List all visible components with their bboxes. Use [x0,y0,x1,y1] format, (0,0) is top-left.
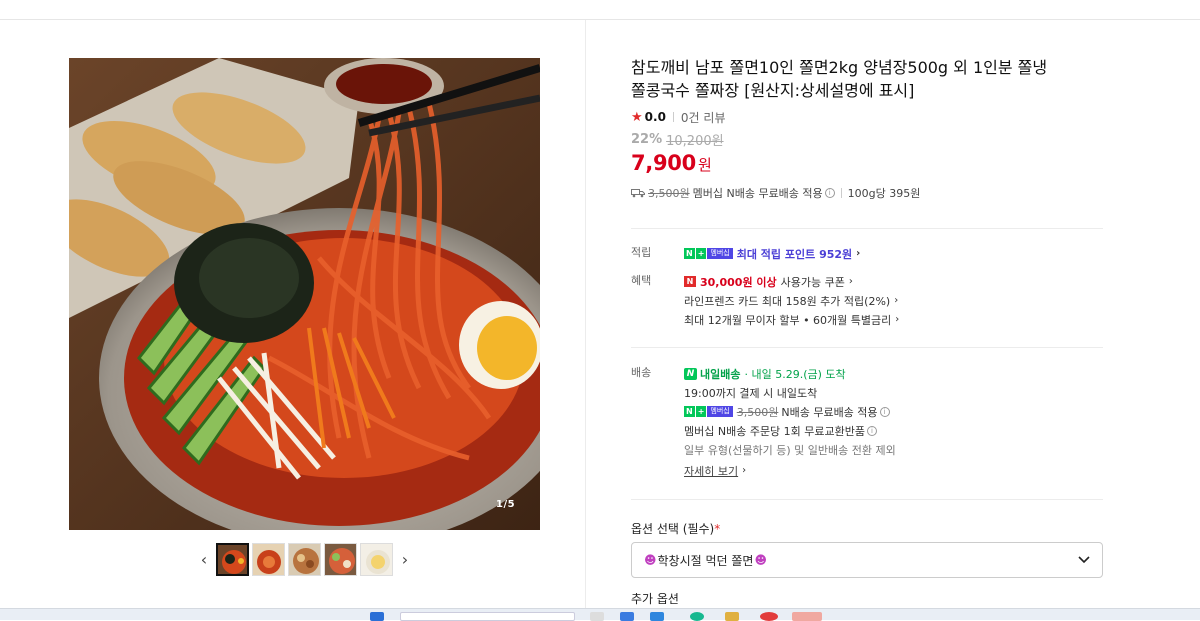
card-benefit-text: 라인프렌즈 카드 최대 158원 추가 적립(2%) [684,294,891,308]
badge-plus: + [695,248,707,259]
product-title: 참도깨비 남포 쫄면10인 쫄면2kg 양념장500g 외 1인분 쫄냉 쫄콩국… [631,56,1103,102]
exclusion-text: 일부 유형(선물하기 등) 및 일반배송 전환 제외 [684,443,896,457]
coupon-text: 사용가능 쿠폰 [780,275,845,289]
delivery-arrival: · 내일 5.29.(금) 도착 [744,367,846,381]
star-icon: ★ [631,109,643,125]
product-main-image[interactable] [69,58,540,530]
option-select[interactable]: ☻ 학창시절 먹던 쫄면 ☻ [631,542,1103,578]
original-price: 10,200원 [666,134,724,149]
card-benefit-line[interactable]: 라인프렌즈 카드 최대 158원 추가 적립(2%) › [684,291,1104,310]
product-title-line-2: 쫄콩국수 쫄짜장 [원산지:상세설명에 표시] [631,81,915,100]
info-icon[interactable]: i [879,406,890,417]
chevron-right-icon: › [742,465,747,476]
section-divider-2 [631,347,1103,348]
sale-price-value: 7,900 [631,151,696,175]
truck-icon [631,189,645,198]
coupon-line[interactable]: N 30,000원 이상 사용가능 쿠폰 › [684,272,1104,291]
points-label: 적립 [631,246,652,259]
rating-separator [672,112,674,122]
delivery-row: 배송 N 내일배송 · 내일 5.29.(금) 도착 19:00까지 결제 시 … [631,364,1103,484]
chevron-right-icon: › [894,295,899,306]
delivery-fee-struck: 3,500원 [736,405,779,419]
thumbnail-strip: ‹ › [195,542,414,576]
noodle-photo [69,58,540,530]
product-title-line-1: 참도깨비 남포 쫄면10인 쫄면2kg 양념장500g 외 1인분 쫄냉 [631,58,1048,77]
image-counter-total: /5 [503,499,516,510]
naver-plus-membership-badge: N + 멤버십 [684,406,733,417]
delivery-service-name: 내일배송 [700,367,741,381]
section-divider-1 [631,228,1103,229]
emoji-icon: ☻ [754,553,767,567]
thumbnail-2[interactable] [252,542,285,576]
separator [840,188,842,198]
rating-score: 0.0 [644,110,666,124]
delivery-fee-line: N + 멤버십 3,500원 N배송 무료배송 적용 i [684,402,1104,421]
required-mark: * [714,522,721,536]
prev-image-button[interactable]: ‹ [195,543,213,576]
points-row: 적립 N + 멤버십 최대 적립 포인트 952원 › [631,244,1103,264]
sale-price: 7,900 원 [631,151,1103,181]
badge-n: N [684,248,695,259]
delivery-cutoff: 19:00까지 결제 시 내일도착 [684,386,818,400]
original-price-row: 22% 10,200원 [631,131,1103,149]
product-summary: 참도깨비 남포 쫄면10인 쫄면2kg 양념장500g 외 1인분 쫄냉 쫄콩국… [631,56,1103,201]
review-count-link[interactable]: 0건 리뷰 [681,109,726,126]
additional-option-label: 추가 옵션 [631,592,679,606]
chevron-down-icon [1078,556,1090,564]
benefits-label: 혜택 [631,274,652,287]
column-divider [585,20,586,610]
unit-price: 100g당 395원 [847,187,921,200]
thumbnail-5[interactable] [360,542,393,576]
next-image-button[interactable]: › [396,543,414,576]
chevron-right-icon: › [895,314,900,325]
discount-rate: 22% [631,132,663,147]
naver-n-red-icon: N [684,276,696,287]
more-details-line[interactable]: 자세히 보기 › [684,461,1104,480]
coupon-amount: 30,000원 이상 [700,275,777,289]
points-body[interactable]: N + 멤버십 최대 적립 포인트 952원 › [684,244,1104,263]
image-counter: 1/5 [496,499,515,510]
delivery-eta-line: N 내일배송 · 내일 5.29.(금) 도착 [684,364,1104,383]
naver-plus-membership-badge: N + 멤버십 [684,248,733,259]
installment-line[interactable]: 최대 12개월 무이자 할부 • 60개월 특별금리 › [684,310,1104,329]
os-taskbar [0,608,1200,621]
option-selected-value: 학창시절 먹던 쫄면 [657,553,754,568]
chevron-right-icon: › [856,248,861,259]
badge-n: N [684,406,695,417]
shipping-summary-row: 3,500원 멤버십 N배송 무료배송 적용 i 100g당 395원 [631,185,1103,201]
option-label: 옵션 선택 (필수)* [631,520,720,537]
rating-row[interactable]: ★ 0.0 0건 리뷰 [631,109,1103,125]
info-icon[interactable]: i [867,425,878,436]
more-details-link[interactable]: 자세히 보기 [684,463,738,479]
naver-n-green-icon: N [684,367,697,380]
max-points-link[interactable]: 최대 적립 포인트 952원 [737,246,852,262]
chevron-right-icon: › [848,276,853,287]
sale-price-unit: 원 [697,156,712,174]
info-icon[interactable]: i [824,188,835,198]
benefits-row: 혜택 N 30,000원 이상 사용가능 쿠폰 › 라인프렌즈 카드 최대 15… [631,272,1103,332]
member-shipping-text: 멤버십 N배송 무료배송 적용 [692,187,823,200]
thumbnail-1[interactable] [216,542,249,576]
thumbnail-4[interactable] [324,542,357,576]
exchange-line: 멤버십 N배송 주문당 1회 무료교환반품 i [684,421,1104,440]
delivery-label: 배송 [631,366,652,379]
benefits-body: N 30,000원 이상 사용가능 쿠폰 › 라인프렌즈 카드 최대 158원 … [684,272,1104,329]
emoji-icon: ☻ [644,553,657,567]
badge-membership: 멤버십 [707,248,733,259]
section-divider-3 [631,499,1103,500]
thumbnail-3[interactable] [288,542,321,576]
delivery-body: N 내일배송 · 내일 5.29.(금) 도착 19:00까지 결제 시 내일도… [684,364,1104,480]
delivery-fee-text: N배송 무료배송 적용 [781,405,878,419]
top-header-bar [0,0,1200,20]
installment-text: 최대 12개월 무이자 할부 • 60개월 특별금리 [684,313,892,327]
exchange-text: 멤버십 N배송 주문당 1회 무료교환반품 [684,424,866,438]
badge-membership: 멤버십 [707,406,733,417]
shipping-fee-struck: 3,500원 [648,187,690,200]
badge-plus: + [695,406,707,417]
option-label-text: 옵션 선택 (필수) [631,522,715,536]
